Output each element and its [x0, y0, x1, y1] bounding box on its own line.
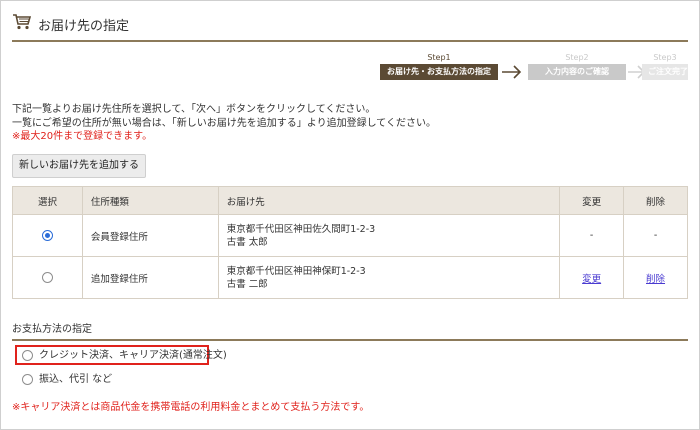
edit-link[interactable]: 変更	[582, 274, 601, 285]
page-title: お届け先の指定	[38, 19, 130, 34]
carrier-payment-note: ※キャリア決済とは商品代金を携帯電話の利用料金とまとめて支払う方法です。	[12, 402, 370, 413]
delete-cell: 削除	[623, 256, 688, 299]
delete-link[interactable]: 削除	[646, 274, 665, 285]
payment-option-label: クレジット決済、キャリア決済(通常注文)	[39, 350, 227, 361]
payment-radio-transfer[interactable]	[22, 373, 33, 385]
address-cell: 東京都千代田区神田佐久間町1-2-3 古書 太郎	[217, 214, 561, 257]
instructions: 下記一覧よりお届け先住所を選択して、「次へ」ボタンをクリックしてください。 一覧…	[12, 103, 688, 144]
add-address-button[interactable]: 新しいお届け先を追加する	[12, 154, 146, 178]
step-3: Step3 ご注文完了	[642, 52, 688, 80]
address-radio-1[interactable]	[41, 230, 53, 241]
shopping-cart-icon	[13, 14, 32, 30]
payment-radio-credit[interactable]	[22, 349, 33, 361]
address-table: 選択 住所種類 お届け先 変更 削除 会員登録住所 東京都千代田区神田佐久間町1…	[12, 186, 688, 299]
step-2-number: Step2	[565, 53, 589, 62]
arrow-right-icon	[502, 65, 522, 79]
delete-cell: -	[623, 214, 688, 257]
page-header: お届け先の指定	[12, 10, 688, 40]
step-1-number: Step1	[427, 53, 451, 62]
checkout-steps: Step1 お届け先・お支払方法の指定 Step2 入力内容のご確認 Step3…	[380, 52, 688, 82]
address-type: 追加登録住所	[81, 256, 219, 299]
select-cell	[12, 256, 83, 299]
address-radio-2[interactable]	[41, 272, 53, 283]
edit-cell: -	[559, 214, 625, 257]
title-divider	[12, 40, 688, 42]
step-2-label: 入力内容のご確認	[528, 64, 626, 80]
instruction-line-2: 一覧にご希望の住所が無い場合は、「新しいお届け先を追加する」より追加登録してくだ…	[12, 117, 436, 129]
recipient-name: 古書 二郎	[226, 278, 268, 290]
step-1-label: お届け先・お支払方法の指定	[380, 64, 498, 80]
address-type: 会員登録住所	[81, 214, 219, 257]
table-row: 会員登録住所 東京都千代田区神田佐久間町1-2-3 古書 太郎 - -	[12, 214, 688, 257]
col-address-type: 住所種類	[81, 186, 219, 215]
step-3-label: ご注文完了	[642, 64, 688, 80]
instruction-line-1: 下記一覧よりお届け先住所を選択して、「次へ」ボタンをクリックしてください。	[12, 104, 376, 115]
max-entries-note: ※最大20件まで登録できます。	[12, 131, 153, 142]
table-row: 追加登録住所 東京都千代田区神田神保町1-2-3 古書 二郎 変更 削除	[12, 256, 688, 299]
address-cell: 東京都千代田区神田神保町1-2-3 古書 二郎	[217, 256, 561, 299]
payment-option-transfer[interactable]: 振込、代引 など	[22, 372, 112, 388]
edit-cell: 変更	[559, 256, 625, 299]
col-select: 選択	[12, 186, 83, 215]
table-header-row: 選択 住所種類 お届け先 変更 削除	[12, 186, 688, 215]
step-1: Step1 お届け先・お支払方法の指定	[380, 52, 498, 80]
payment-divider	[12, 339, 688, 341]
step-3-number: Step3	[653, 53, 677, 62]
col-edit: 変更	[559, 186, 625, 215]
address-text: 東京都千代田区神田佐久間町1-2-3	[226, 223, 376, 235]
col-address: お届け先	[217, 186, 561, 215]
payment-option-label: 振込、代引 など	[39, 374, 113, 385]
recipient-name: 古書 太郎	[226, 236, 268, 248]
step-2: Step2 入力内容のご確認	[528, 52, 626, 80]
payment-option-credit[interactable]: クレジット決済、キャリア決済(通常注文)	[22, 348, 227, 364]
address-text: 東京都千代田区神田神保町1-2-3	[226, 265, 366, 277]
select-cell	[12, 214, 83, 257]
payment-section-title: お支払方法の指定	[12, 324, 92, 335]
col-delete: 削除	[623, 186, 688, 215]
